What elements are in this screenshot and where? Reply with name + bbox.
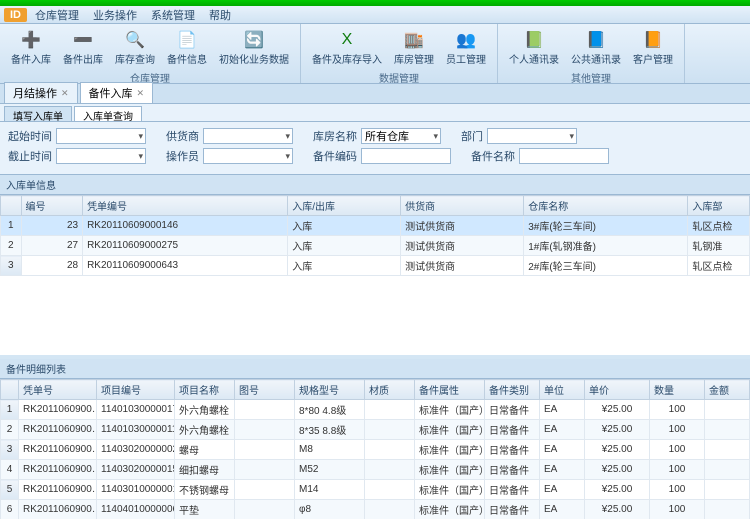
filter-label: 起始时间 — [8, 128, 52, 144]
close-icon[interactable]: ✕ — [137, 88, 145, 99]
tab-备件入库[interactable]: 备件入库✕ — [80, 82, 154, 103]
menu-business[interactable]: 业务操作 — [93, 7, 137, 23]
col-header[interactable]: 图号 — [235, 380, 295, 400]
filter-label: 供货商 — [166, 128, 199, 144]
filter-操作员-dropdown[interactable] — [203, 148, 293, 164]
detail-grid[interactable]: 凭单号项目编号项目名称图号规格型号材质备件属性备件类别单位单价数量金额1RK20… — [0, 379, 750, 519]
sub-tabs: 填写入库单入库单查询 — [0, 104, 750, 122]
table-row[interactable]: 227RK20110609000275入库测试供货商1#库(轧钢准备)轧钢准 — [1, 236, 750, 256]
ribbon-group-label: 其他管理 — [504, 69, 678, 86]
filter-部门-dropdown[interactable] — [487, 128, 577, 144]
table-row[interactable]: 328RK20110609000643入库测试供货商2#库(轮三车间)轧区点检 — [1, 256, 750, 276]
filter-label: 截止时间 — [8, 148, 52, 164]
in-icon: ➕ — [20, 29, 42, 51]
col-header[interactable] — [1, 380, 19, 400]
filter-panel: 起始时间 供货商 库房名称所有仓库 部门 截止时间 操作员 备件编码 备件名称 — [0, 122, 750, 175]
filter-label: 备件编码 — [313, 148, 357, 164]
filter-label: 部门 — [461, 128, 483, 144]
menubar: ID 仓库管理 业务操作 系统管理 帮助 — [0, 6, 750, 24]
ribbon-in-button[interactable]: ➕备件入库 — [6, 26, 56, 69]
table-row[interactable]: 3RK2011060900…11403020000002螺母M8标准件（国产）日… — [1, 440, 750, 460]
subtab-填写入库单[interactable]: 填写入库单 — [4, 106, 72, 121]
table-row[interactable]: 4RK2011060900…11403020000015细扣螺母M52标准件（国… — [1, 460, 750, 480]
filter-备件名称-input[interactable] — [519, 148, 609, 164]
filter-label: 库房名称 — [313, 128, 357, 144]
c3-icon: 📙 — [642, 29, 664, 51]
ribbon-info-button[interactable]: 📄备件信息 — [162, 26, 212, 69]
col-header[interactable]: 编号 — [21, 196, 83, 216]
query-icon: 🔍 — [124, 29, 146, 51]
c1-icon: 📗 — [523, 29, 545, 51]
c2-icon: 📘 — [585, 29, 607, 51]
filter-label: 操作员 — [166, 148, 199, 164]
ribbon-group-label: 数据管理 — [307, 69, 491, 86]
col-header[interactable]: 数量 — [650, 380, 705, 400]
filter-label: 备件名称 — [471, 148, 515, 164]
out-icon: ➖ — [72, 29, 94, 51]
col-header[interactable]: 项目名称 — [175, 380, 235, 400]
col-header[interactable]: 凭单号 — [19, 380, 97, 400]
filter-库房名称-dropdown[interactable]: 所有仓库 — [361, 128, 441, 144]
table-row[interactable]: 5RK2011060900…11403010000001不锈钢螺母M14标准件（… — [1, 480, 750, 500]
table-row[interactable]: 6RK2011060900…11404010000006平垫φ8标准件（国产）日… — [1, 500, 750, 519]
col-header[interactable]: 凭单编号 — [83, 196, 288, 216]
document-tabs: 月结操作✕备件入库✕ — [0, 84, 750, 104]
col-header[interactable]: 入库部 — [688, 196, 750, 216]
ribbon-emp-button[interactable]: 👥员工管理 — [441, 26, 491, 69]
table-row[interactable]: 2RK2011060900…11401030000011外六角螺栓8*35 8.… — [1, 420, 750, 440]
ribbon-out-button[interactable]: ➖备件出库 — [58, 26, 108, 69]
col-header[interactable] — [1, 196, 22, 216]
ribbon: ➕备件入库➖备件出库🔍库存查询📄备件信息🔄初始化业务数据仓库管理X备件及库存导入… — [0, 24, 750, 84]
ribbon-c1-button[interactable]: 📗个人通讯录 — [504, 26, 564, 69]
main-grid-title: 入库单信息 — [0, 175, 750, 195]
filter-起始时间-dropdown[interactable] — [56, 128, 146, 144]
filter-供货商-dropdown[interactable] — [203, 128, 293, 144]
info-icon: 📄 — [176, 29, 198, 51]
table-row[interactable]: 123RK20110609000146入库测试供货商3#库(轮三车间)轧区点检 — [1, 216, 750, 236]
tab-月结操作[interactable]: 月结操作✕ — [4, 82, 78, 103]
ribbon-excel-button[interactable]: X备件及库存导入 — [307, 26, 387, 69]
menu-system[interactable]: 系统管理 — [151, 7, 195, 23]
emp-icon: 👥 — [455, 29, 477, 51]
col-header[interactable]: 仓库名称 — [524, 196, 688, 216]
col-header[interactable]: 备件属性 — [415, 380, 485, 400]
col-header[interactable]: 单位 — [540, 380, 585, 400]
detail-grid-title: 备件明细列表 — [0, 359, 750, 379]
close-icon[interactable]: ✕ — [61, 88, 69, 99]
col-header[interactable]: 单价 — [585, 380, 650, 400]
ribbon-c3-button[interactable]: 📙客户管理 — [628, 26, 678, 69]
filter-截止时间-dropdown[interactable] — [56, 148, 146, 164]
store-icon: 🏬 — [403, 29, 425, 51]
col-header[interactable]: 入库/出库 — [288, 196, 401, 216]
ribbon-c2-button[interactable]: 📘公共通讯录 — [566, 26, 626, 69]
app-logo[interactable]: ID — [4, 8, 27, 22]
ribbon-query-button[interactable]: 🔍库存查询 — [110, 26, 160, 69]
ribbon-store-button[interactable]: 🏬库房管理 — [389, 26, 439, 69]
ribbon-init-button[interactable]: 🔄初始化业务数据 — [214, 26, 294, 69]
col-header[interactable]: 备件类别 — [485, 380, 540, 400]
main-grid[interactable]: 编号凭单编号入库/出库供货商仓库名称入库部123RK20110609000146… — [0, 195, 750, 355]
col-header[interactable]: 供货商 — [401, 196, 524, 216]
menu-help[interactable]: 帮助 — [209, 7, 231, 23]
table-row[interactable]: 1RK2011060900…11401030000017外六角螺栓8*80 4.… — [1, 400, 750, 420]
col-header[interactable]: 规格型号 — [295, 380, 365, 400]
col-header[interactable]: 项目编号 — [97, 380, 175, 400]
filter-备件编码-input[interactable] — [361, 148, 451, 164]
col-header[interactable]: 材质 — [365, 380, 415, 400]
excel-icon: X — [336, 29, 358, 51]
subtab-入库单查询[interactable]: 入库单查询 — [74, 106, 142, 121]
col-header[interactable]: 金额 — [705, 380, 750, 400]
menu-warehouse[interactable]: 仓库管理 — [35, 7, 79, 23]
init-icon: 🔄 — [243, 29, 265, 51]
